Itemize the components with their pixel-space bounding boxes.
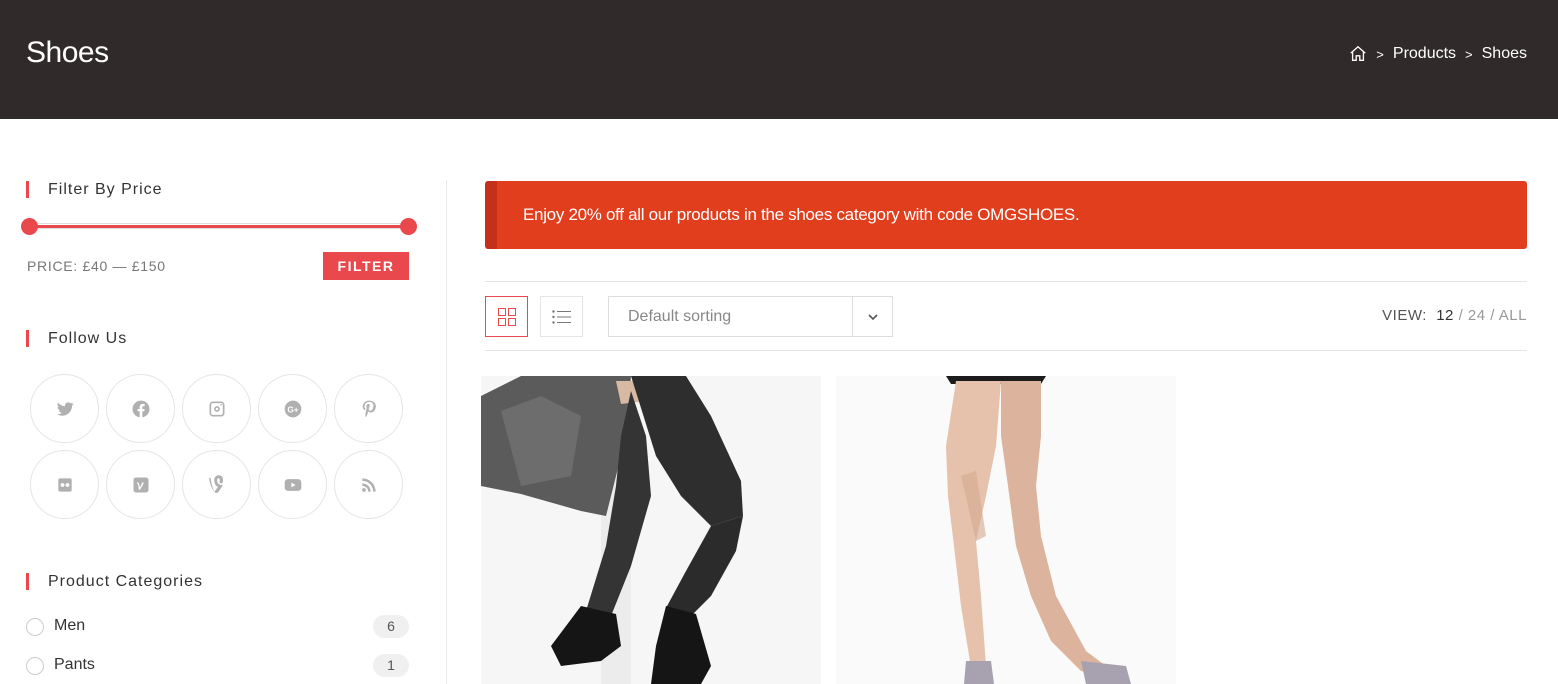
category-count-badge: 1 xyxy=(373,654,409,677)
sorting-selected-value: Default sorting xyxy=(628,308,732,325)
category-radio[interactable] xyxy=(26,618,44,636)
category-name[interactable]: Pants xyxy=(54,656,95,674)
price-slider-min-handle[interactable] xyxy=(21,218,38,235)
grid-view-button[interactable] xyxy=(485,296,528,337)
sidebar-divider xyxy=(446,180,447,684)
twitter-icon[interactable] xyxy=(30,374,99,443)
promo-notice-text: Enjoy 20% off all our products in the sh… xyxy=(523,205,1080,224)
category-count-badge: 6 xyxy=(373,615,409,638)
follow-us-title: Follow Us xyxy=(26,329,410,349)
vine-icon[interactable] xyxy=(182,450,251,519)
facebook-icon[interactable] xyxy=(106,374,175,443)
list-view-icon xyxy=(551,309,571,324)
price-slider-range xyxy=(30,225,414,228)
price-slider[interactable] xyxy=(21,218,418,235)
category-radio[interactable] xyxy=(26,657,44,675)
price-slider-max-handle[interactable] xyxy=(400,218,417,235)
flickr-icon[interactable] xyxy=(30,450,99,519)
google-plus-icon[interactable]: G+ xyxy=(258,374,327,443)
page-header: Shoes > Products > Shoes xyxy=(0,0,1558,119)
view-12-link[interactable]: 12 xyxy=(1436,307,1454,324)
shop-toolbar: Default sorting VIEW: 12 / 24 / ALL xyxy=(485,281,1527,351)
view-24-link[interactable]: 24 xyxy=(1468,307,1486,324)
list-view-button[interactable] xyxy=(540,296,583,337)
view-all-link[interactable]: ALL xyxy=(1499,307,1527,324)
pinterest-icon[interactable] xyxy=(334,374,403,443)
instagram-icon[interactable] xyxy=(182,374,251,443)
product-card-image[interactable] xyxy=(481,376,821,684)
page-title: Shoes xyxy=(26,36,109,69)
grid-view-icon xyxy=(497,307,516,326)
chevron-down-icon[interactable] xyxy=(852,297,892,336)
promo-notice: Enjoy 20% off all our products in the sh… xyxy=(485,181,1527,249)
category-item-men[interactable]: Men 6 xyxy=(26,615,410,639)
man-jeans-boots-photo xyxy=(481,376,821,684)
vimeo-icon[interactable] xyxy=(106,450,175,519)
home-icon[interactable] xyxy=(1349,45,1367,63)
svg-text:G+: G+ xyxy=(287,404,298,414)
filter-price-title: Filter By Price xyxy=(26,180,410,200)
breadcrumb-separator: > xyxy=(1465,46,1473,62)
product-card-image[interactable] xyxy=(836,376,1176,684)
filter-button[interactable]: FILTER xyxy=(323,252,409,280)
sidebar: Filter By Price PRICE: £40 — £150 FILTER… xyxy=(21,180,417,677)
view-label: VIEW: xyxy=(1382,307,1427,324)
view-separator: / xyxy=(1458,307,1464,324)
products-per-page: VIEW: 12 / 24 / ALL xyxy=(1382,307,1527,324)
rss-icon[interactable] xyxy=(334,450,403,519)
category-name[interactable]: Men xyxy=(54,617,85,635)
woman-legs-heels-photo xyxy=(836,376,1176,684)
youtube-icon[interactable] xyxy=(258,450,327,519)
breadcrumb-products-link[interactable]: Products xyxy=(1393,45,1456,63)
breadcrumb: > Products > Shoes xyxy=(1349,45,1527,63)
category-item-pants[interactable]: Pants 1 xyxy=(26,654,410,678)
breadcrumb-current: Shoes xyxy=(1481,45,1527,62)
view-separator: / xyxy=(1490,307,1495,324)
price-range-label: PRICE: £40 — £150 xyxy=(27,258,166,274)
breadcrumb-separator: > xyxy=(1376,46,1384,62)
product-categories-title: Product Categories xyxy=(26,572,410,592)
sorting-dropdown[interactable]: Default sorting xyxy=(608,296,893,337)
